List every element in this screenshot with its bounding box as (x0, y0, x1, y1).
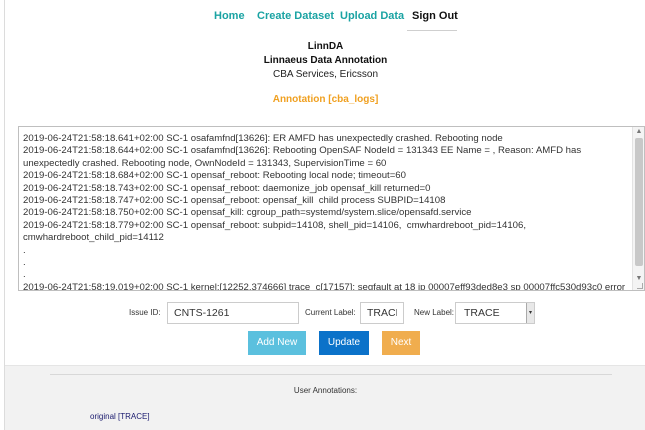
scroll-up-icon[interactable]: ▲ (633, 127, 644, 137)
current-label-field (360, 302, 404, 324)
top-nav: Home Create Dataset Upload Data Sign Out (5, 0, 645, 32)
log-scrollbar[interactable]: ▲ ▼ (632, 127, 644, 290)
org-name: CBA Services, Ericsson (272, 69, 379, 80)
nav-sign-out-link[interactable]: Sign Out (412, 10, 458, 22)
new-label-label: New Label: (414, 308, 455, 317)
scroll-thumb[interactable] (635, 138, 643, 266)
dropdown-caret-icon: ▾ (526, 303, 534, 323)
add-new-button[interactable]: Add New (248, 331, 306, 355)
new-label-select[interactable]: TRACE ▾ (455, 302, 535, 324)
current-label-label: Current Label: (305, 308, 356, 317)
nav-create-dataset-link[interactable]: Create Dataset (257, 10, 334, 22)
panel-divider (50, 374, 612, 375)
annotation-item: original [TRACE] (90, 412, 150, 421)
app-subtitle: Linnaeus Data Annotation (263, 55, 388, 66)
resize-handle-icon[interactable] (637, 283, 643, 289)
new-label-selected-value: TRACE (464, 307, 500, 319)
user-annotations-heading: User Annotations: (293, 386, 358, 395)
log-textarea[interactable]: 2019-06-24T21:58:18.641+02:00 SC-1 osafa… (18, 126, 645, 291)
next-button[interactable]: Next (382, 331, 420, 355)
app-title: LinnDA (307, 41, 344, 52)
nav-upload-data-link[interactable]: Upload Data (340, 10, 404, 22)
annotation-title: Annotation [cba_logs] (272, 94, 379, 105)
issue-id-label: Issue ID: (129, 308, 161, 317)
app-frame: Home Create Dataset Upload Data Sign Out… (4, 0, 645, 430)
log-text: 2019-06-24T21:58:18.641+02:00 SC-1 osafa… (23, 133, 626, 291)
nav-active-underline (407, 30, 457, 31)
user-annotations-panel: User Annotations: original [TRACE] (5, 365, 645, 430)
nav-home-link[interactable]: Home (214, 10, 245, 22)
issue-id-input[interactable] (167, 302, 299, 324)
update-button[interactable]: Update (319, 331, 369, 355)
